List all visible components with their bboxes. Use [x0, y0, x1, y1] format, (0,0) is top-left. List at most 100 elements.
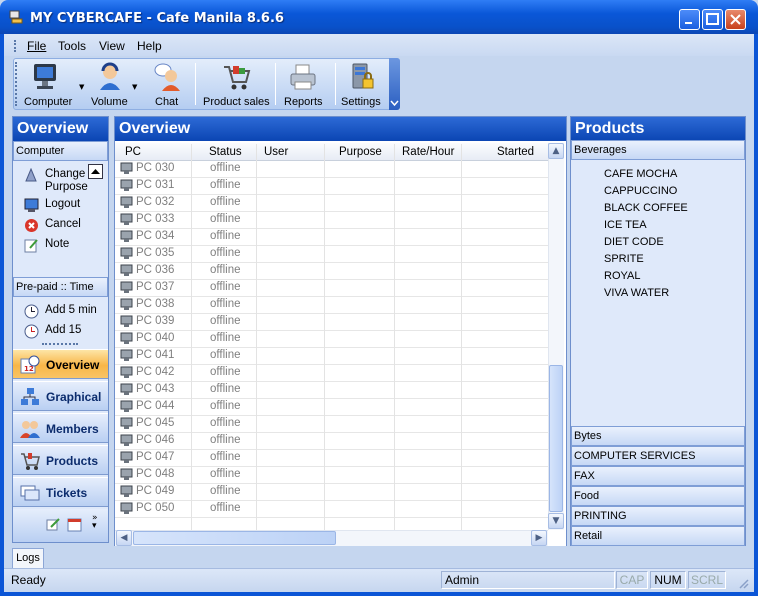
column-started[interactable]: Started — [497, 144, 534, 161]
pc-monitor-icon — [120, 196, 133, 208]
table-row[interactable]: PC 045 offline — [115, 416, 548, 433]
table-row[interactable]: PC 042 offline — [115, 365, 548, 382]
scroll-right-button[interactable]: ▶ — [531, 530, 547, 546]
computer-section-header[interactable]: Computer — [13, 141, 108, 161]
status-num: NUM — [650, 571, 686, 589]
scroll-left-button[interactable]: ◀ — [116, 530, 132, 546]
cancel-action[interactable]: Cancel — [45, 218, 81, 230]
collapse-computer-button[interactable] — [88, 164, 103, 179]
add-5-min-action[interactable]: Add 5 min — [45, 304, 97, 316]
table-row[interactable]: PC 044 offline — [115, 399, 548, 416]
category-printing[interactable]: PRINTING — [571, 506, 745, 526]
column-user[interactable]: User — [264, 144, 288, 161]
shopping-cart-icon — [21, 453, 40, 470]
table-row[interactable]: PC 049 offline — [115, 484, 548, 501]
product-item[interactable]: DIET CODE — [604, 236, 664, 248]
pc-status: offline — [210, 298, 241, 310]
product-item[interactable]: VIVA WATER — [604, 287, 669, 299]
table-row[interactable]: PC 034 offline — [115, 229, 548, 246]
pc-status: offline — [210, 451, 241, 463]
scroll-up-button[interactable]: ▲ — [548, 143, 564, 159]
table-row[interactable]: PC 047 offline — [115, 450, 548, 467]
table-row[interactable]: PC 031 offline — [115, 178, 548, 195]
table-row[interactable]: PC 038 offline — [115, 297, 548, 314]
product-item[interactable]: ICE TEA — [604, 219, 647, 231]
pc-name: PC 046 — [136, 434, 175, 446]
column-divider — [256, 144, 257, 530]
pc-name: PC 038 — [136, 298, 175, 310]
product-item[interactable]: BLACK COFFEE — [604, 202, 688, 214]
toolbar-separator — [195, 63, 196, 105]
table-row[interactable]: PC 048 offline — [115, 467, 548, 484]
computer-dropdown-icon[interactable]: ▼ — [79, 83, 84, 91]
table-row[interactable]: PC 036 offline — [115, 263, 548, 280]
nav-graphical[interactable]: Graphical — [13, 381, 108, 411]
close-button[interactable] — [725, 9, 746, 30]
table-row[interactable]: PC 041 offline — [115, 348, 548, 365]
menu-file[interactable]: File — [27, 39, 46, 53]
resize-grip-icon[interactable] — [737, 577, 749, 589]
pc-status: offline — [210, 281, 241, 293]
category-retail[interactable]: Retail — [571, 526, 745, 546]
menu-view[interactable]: View — [99, 39, 125, 53]
menu-help[interactable]: Help — [137, 39, 162, 53]
nav-overview[interactable]: 12 Overview — [13, 349, 108, 379]
table-row[interactable]: PC 039 offline — [115, 314, 548, 331]
clock-icon — [24, 324, 39, 339]
tab-logs[interactable]: Logs — [12, 548, 44, 568]
column-purpose[interactable]: Purpose — [339, 144, 382, 161]
prepaid-section-header[interactable]: Pre-paid :: Time — [13, 277, 108, 297]
table-row[interactable]: PC 046 offline — [115, 433, 548, 450]
scroll-down-button[interactable]: ▼ — [548, 513, 564, 529]
note-action[interactable]: Note — [45, 238, 69, 250]
column-rate-hour[interactable]: Rate/Hour — [402, 144, 454, 161]
product-item[interactable]: SPRITE — [604, 253, 644, 265]
table-row[interactable]: PC 043 offline — [115, 382, 548, 399]
tickets-icon — [20, 485, 40, 501]
menu-grip — [14, 40, 17, 52]
overview-title: Overview — [115, 117, 566, 141]
table-row[interactable]: PC 035 offline — [115, 246, 548, 263]
computer-label: Computer — [24, 96, 73, 108]
product-item[interactable]: CAFE MOCHA — [604, 168, 677, 180]
logout-action[interactable]: Logout — [45, 198, 80, 210]
volume-dropdown-icon[interactable]: ▼ — [132, 83, 137, 91]
table-row[interactable]: PC 032 offline — [115, 195, 548, 212]
pc-status: offline — [210, 468, 241, 480]
nav-tickets[interactable]: Tickets — [13, 477, 108, 507]
table-row[interactable]: PC 037 offline — [115, 280, 548, 297]
toolbar-overflow-button[interactable] — [389, 58, 400, 110]
category-beverages[interactable]: Beverages — [571, 140, 745, 160]
category-computer-services[interactable]: COMPUTER SERVICES — [571, 446, 745, 466]
table-row[interactable]: PC 033 offline — [115, 212, 548, 229]
volume-label: Volume — [91, 96, 128, 108]
column-pc[interactable]: PC — [125, 144, 141, 161]
column-status[interactable]: Status — [209, 144, 242, 161]
category-bytes[interactable]: Bytes — [571, 426, 745, 446]
pc-monitor-icon — [120, 213, 133, 225]
calendar-icon[interactable] — [67, 517, 82, 532]
maximize-button[interactable] — [702, 9, 723, 30]
product-item[interactable]: CAPPUCCINO — [604, 185, 677, 197]
splitter-grip[interactable] — [42, 343, 78, 346]
horizontal-scroll-thumb[interactable] — [133, 531, 336, 545]
table-row[interactable]: PC 030 offline — [115, 161, 548, 178]
pc-name: PC 042 — [136, 366, 175, 378]
nav-members[interactable]: Members — [13, 413, 108, 443]
toolbar-grip[interactable] — [15, 62, 18, 106]
pc-name: PC 030 — [136, 162, 175, 174]
menu-tools[interactable]: Tools — [58, 39, 86, 53]
category-food[interactable]: Food — [571, 486, 745, 506]
nav-more-chevron-icon[interactable]: » ▾ — [92, 514, 98, 531]
edit-note-icon[interactable] — [46, 517, 61, 532]
computer-monitor-icon — [34, 64, 56, 89]
nav-overview-label: Overview — [46, 358, 100, 372]
add-15-action[interactable]: Add 15 — [45, 324, 81, 336]
product-item[interactable]: ROYAL — [604, 270, 640, 282]
nav-products[interactable]: Products — [13, 445, 108, 475]
vertical-scroll-thumb[interactable] — [549, 365, 563, 512]
minimize-button[interactable] — [679, 9, 700, 30]
category-fax[interactable]: FAX — [571, 466, 745, 486]
table-row[interactable]: PC 050 offline — [115, 501, 548, 518]
table-row[interactable]: PC 040 offline — [115, 331, 548, 348]
